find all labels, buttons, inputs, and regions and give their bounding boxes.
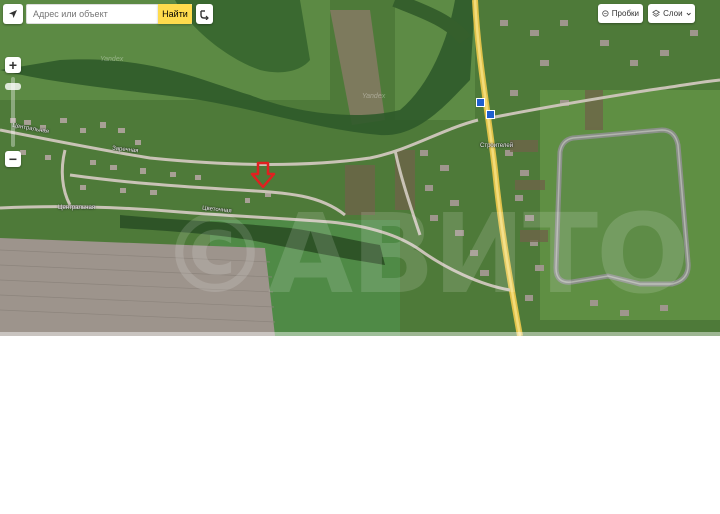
blank-page-area (0, 336, 720, 514)
traffic-icon (602, 10, 609, 17)
road-label: Центральная (58, 205, 96, 211)
location-arrow-marker-icon (250, 161, 276, 189)
geolocation-icon (9, 10, 17, 18)
road-label: Строителей (480, 143, 514, 149)
provider-watermark: Yandex (100, 56, 124, 63)
map-overlay-watermark: ©АВИТО (160, 190, 690, 318)
geolocation-button[interactable] (3, 4, 23, 24)
traffic-button[interactable]: Пробки (598, 4, 643, 23)
layers-icon (652, 9, 661, 17)
provider-watermark: Yandex (362, 93, 386, 100)
satellite-map[interactable]: ©АВИТО Yandex Yandex Заречная Центральна… (0, 0, 720, 336)
route-icon (200, 9, 209, 20)
chevron-down-icon (686, 12, 691, 16)
route-button[interactable] (196, 4, 213, 24)
zoom-out-button[interactable]: − (5, 151, 21, 167)
search-button[interactable]: Найти (158, 4, 192, 24)
zoom-in-button[interactable]: + (5, 57, 21, 73)
layers-button[interactable]: Слои (648, 4, 695, 23)
layers-label: Слои (663, 9, 683, 18)
road-shield-icon (486, 110, 495, 119)
zoom-slider-handle[interactable] (5, 83, 21, 91)
traffic-label: Пробки (611, 9, 639, 18)
road-shield-icon (476, 98, 485, 107)
